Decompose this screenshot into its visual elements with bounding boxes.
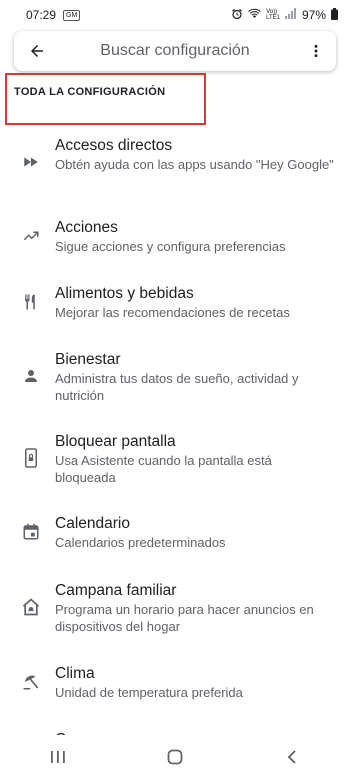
fast-forward-icon (21, 152, 41, 172)
battery-icon (331, 7, 338, 23)
item-description: Usa Asistente cuando la pantalla está bl… (55, 453, 272, 485)
home-icon (167, 749, 183, 764)
recent-apps-button[interactable] (28, 737, 88, 777)
system-nav-bar (0, 735, 350, 778)
item-title: Alimentos y bebidas (55, 285, 194, 302)
search-input[interactable]: Buscar configuración (60, 42, 296, 60)
lock-screen-icon (21, 448, 41, 468)
recents-icon (51, 750, 66, 763)
back-nav-button[interactable] (262, 737, 322, 777)
item-description: Calendarios predeterminados (55, 535, 226, 550)
item-title: Clima (55, 665, 95, 682)
beach-umbrella-icon (21, 672, 41, 692)
notification-badge-icon: GM (63, 9, 81, 21)
item-title: Bienestar (55, 351, 121, 368)
calendar-icon (21, 522, 41, 542)
more-options-button[interactable] (296, 31, 336, 71)
status-time: 07:29 (26, 8, 57, 22)
item-title: Campana familiar (55, 582, 177, 599)
home-button[interactable] (145, 737, 205, 777)
item-description: Sigue acciones y configura preferencias (55, 239, 286, 254)
item-title: Accesos directos (55, 137, 173, 154)
item-title: Acciones (55, 219, 118, 236)
item-title: Calendario (55, 515, 130, 532)
chevron-left-icon (287, 749, 296, 764)
trending-up-icon (21, 226, 41, 246)
home-bell-icon (21, 597, 41, 617)
search-bar[interactable]: Buscar configuración (14, 31, 336, 71)
alarm-icon (231, 8, 243, 23)
item-description: Administra tus datos de sueño, actividad… (55, 371, 299, 403)
item-description: Programa un horario para hacer anuncios … (55, 602, 314, 634)
item-description: Mejorar las recomendaciones de recetas (55, 305, 290, 320)
item-description: Obtén ayuda con las apps usando "Hey Goo… (55, 157, 334, 172)
battery-percent: 97% (301, 8, 326, 22)
item-title: Bloquear pantalla (55, 433, 176, 450)
status-bar: 07:29 GM Vo)) LTE1 97% (0, 0, 350, 30)
signal-icon (284, 8, 297, 22)
item-description: Unidad de temperatura preferida (55, 685, 243, 700)
restaurant-icon (21, 292, 41, 312)
back-button[interactable] (14, 31, 60, 71)
highlight-box (5, 73, 206, 125)
volte-indicator: Vo)) LTE1 (266, 9, 280, 21)
more-vert-icon (314, 44, 318, 58)
section-title: TODA LA CONFIGURACIÓN (14, 86, 166, 98)
wifi-icon (248, 8, 261, 22)
arrow-back-icon (31, 45, 43, 57)
person-icon (21, 366, 41, 386)
